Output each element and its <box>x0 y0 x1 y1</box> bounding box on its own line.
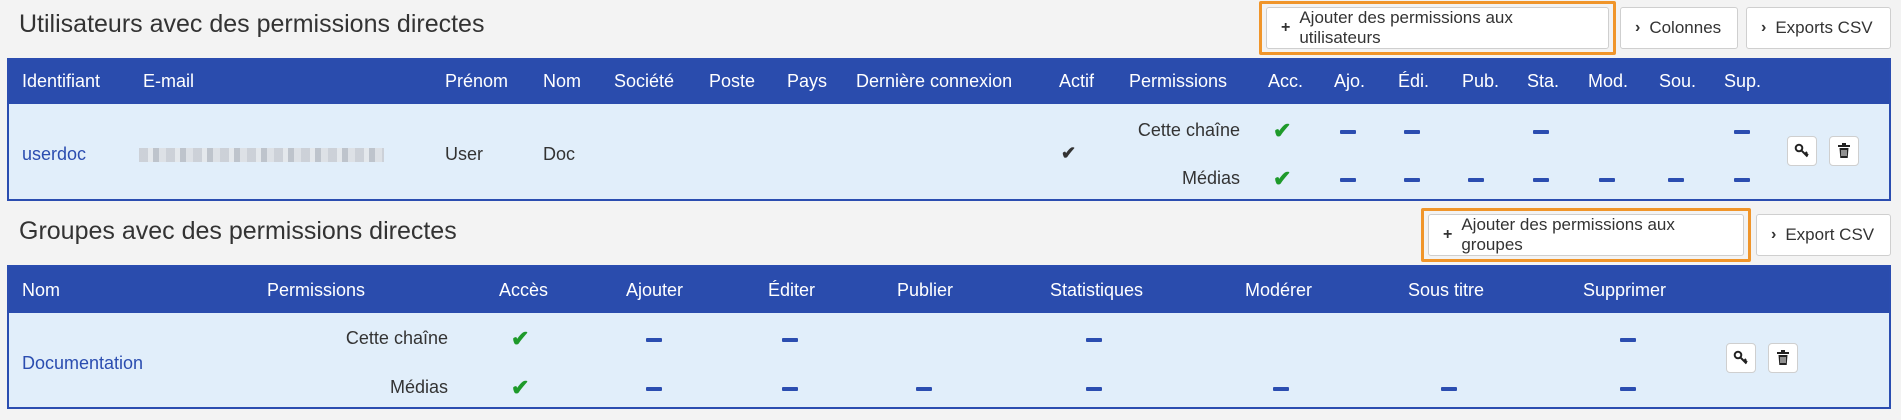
key-icon <box>1733 350 1748 365</box>
chevron-right-icon: › <box>1761 19 1767 36</box>
users-table-header: Identifiant E-mail Prénom Nom Société Po… <box>9 60 1889 104</box>
check-icon: ✔ <box>1273 166 1292 191</box>
col-email[interactable]: E-mail <box>143 71 194 92</box>
col-nom[interactable]: Nom <box>22 280 60 301</box>
email-redacted <box>139 148 384 162</box>
delete-permissions-button[interactable] <box>1829 136 1859 166</box>
minus-icon <box>1340 178 1356 182</box>
minus-icon <box>1620 387 1636 391</box>
exports-csv-button[interactable]: › Exports CSV <box>1746 7 1891 49</box>
col-ajouter: Ajouter <box>626 280 684 300</box>
groups-table: Nom Permissions Accès Ajouter Éditer Pub… <box>7 265 1891 409</box>
minus-icon <box>1734 178 1750 182</box>
minus-icon <box>1441 387 1457 391</box>
check-icon: ✔ <box>511 375 530 400</box>
col-permissions: Permissions <box>1129 71 1228 91</box>
user-nom: Doc <box>543 144 576 164</box>
col-publier: Publier <box>897 280 954 300</box>
user-prenom: User <box>445 144 484 164</box>
group-nom-link[interactable]: Documentation <box>22 353 143 374</box>
minus-icon <box>1468 178 1484 182</box>
add-user-permissions-label: Ajouter des permissions aux utilisateurs <box>1299 8 1513 47</box>
col-societe[interactable]: Société <box>614 71 674 92</box>
users-table: Identifiant E-mail Prénom Nom Société Po… <box>7 58 1891 201</box>
col-editer: Éditer <box>768 280 816 300</box>
plus-icon: + <box>1443 226 1453 243</box>
perm-label-medias: Médias <box>1181 168 1240 188</box>
minus-icon <box>1404 178 1420 182</box>
col-acc: Acc. <box>1268 71 1304 91</box>
trash-icon <box>1777 350 1789 365</box>
add-group-permissions-button[interactable]: + Ajouter des permissions aux groupes <box>1428 214 1744 256</box>
col-pays[interactable]: Pays <box>787 71 827 92</box>
minus-icon <box>1620 338 1636 342</box>
minus-icon <box>1599 178 1615 182</box>
delete-permissions-button[interactable] <box>1768 343 1798 373</box>
groups-table-header: Nom Permissions Accès Ajouter Éditer Pub… <box>9 267 1889 313</box>
edit-permissions-button[interactable] <box>1787 136 1817 166</box>
minus-icon <box>916 387 932 391</box>
col-actif[interactable]: Actif <box>1059 71 1094 92</box>
col-moderer: Modérer <box>1245 280 1313 300</box>
col-supprimer: Supprimer <box>1583 280 1667 300</box>
col-poste[interactable]: Poste <box>709 71 755 92</box>
user-identifiant-link[interactable]: userdoc <box>22 144 86 165</box>
col-edi: Édi. <box>1398 71 1430 91</box>
key-icon <box>1794 143 1809 158</box>
col-mod: Mod. <box>1588 71 1629 91</box>
col-statistiques: Statistiques <box>1050 280 1144 300</box>
minus-icon <box>782 338 798 342</box>
col-derniere-connexion[interactable]: Dernière connexion <box>856 71 1012 92</box>
columns-button[interactable]: › Colonnes <box>1620 7 1738 49</box>
col-sou: Sou. <box>1659 71 1697 91</box>
export-csv-button[interactable]: › Export CSV <box>1756 214 1891 256</box>
minus-icon <box>1340 130 1356 134</box>
col-ajo: Ajo. <box>1334 71 1366 91</box>
col-sous-titre: Sous titre <box>1408 280 1485 300</box>
edit-permissions-button[interactable] <box>1726 343 1756 373</box>
col-acces: Accès <box>499 280 549 300</box>
chevron-right-icon: › <box>1771 226 1777 243</box>
check-icon: ✔ <box>1273 118 1292 143</box>
add-user-permissions-button[interactable]: + Ajouter des permissions aux utilisateu… <box>1266 7 1609 49</box>
trash-icon <box>1838 143 1850 158</box>
chevron-right-icon: › <box>1635 19 1641 36</box>
perm-label-chaine: Cette chaîne <box>345 328 448 348</box>
minus-icon <box>1086 338 1102 342</box>
groups-section-title: Groupes avec des permissions directes <box>19 217 457 245</box>
col-identifiant[interactable]: Identifiant <box>22 71 100 92</box>
plus-icon: + <box>1281 19 1291 36</box>
actif-check-icon: ✔ <box>1061 143 1077 163</box>
col-sup: Sup. <box>1724 71 1762 91</box>
minus-icon <box>1668 178 1684 182</box>
minus-icon <box>646 338 662 342</box>
minus-icon <box>1734 130 1750 134</box>
perm-label-medias: Médias <box>389 377 448 397</box>
check-icon: ✔ <box>511 326 530 351</box>
col-permissions: Permissions <box>267 280 366 300</box>
col-prenom[interactable]: Prénom <box>445 71 508 92</box>
col-nom[interactable]: Nom <box>543 71 581 92</box>
perm-label-chaine: Cette chaîne <box>1137 120 1240 140</box>
users-section-title: Utilisateurs avec des permissions direct… <box>19 10 485 38</box>
minus-icon <box>1273 387 1289 391</box>
minus-icon <box>1404 130 1420 134</box>
minus-icon <box>1086 387 1102 391</box>
minus-icon <box>646 387 662 391</box>
col-pub: Pub. <box>1462 71 1500 91</box>
minus-icon <box>782 387 798 391</box>
minus-icon <box>1533 130 1549 134</box>
col-sta: Sta. <box>1527 71 1560 91</box>
minus-icon <box>1533 178 1549 182</box>
